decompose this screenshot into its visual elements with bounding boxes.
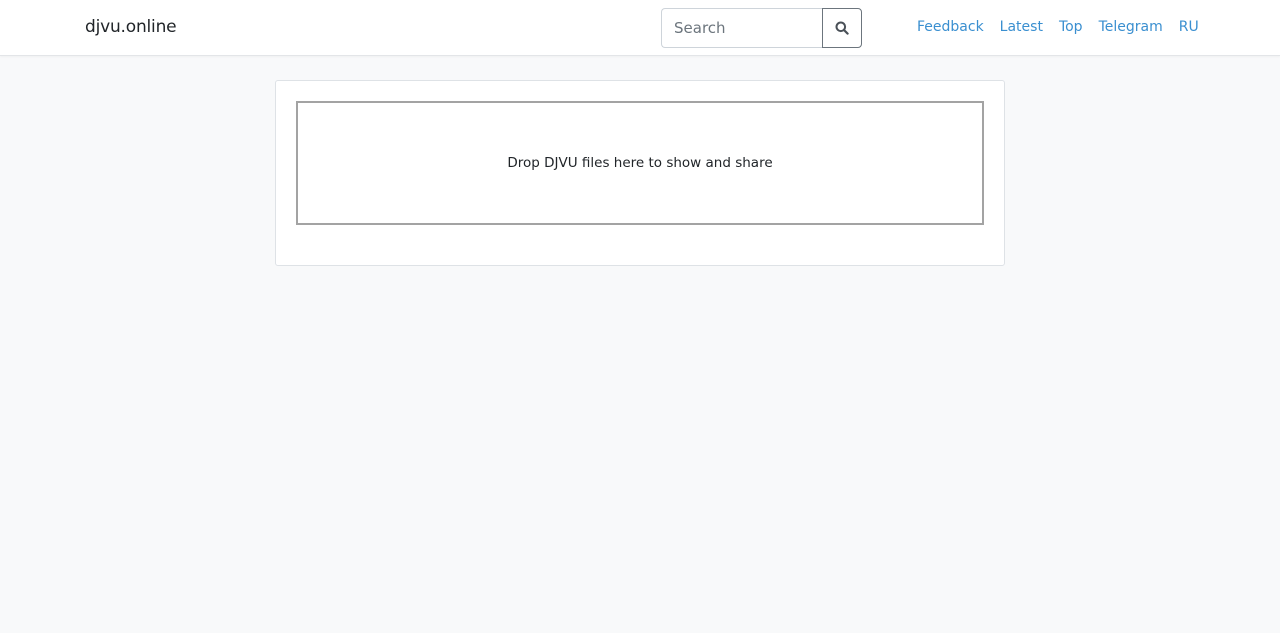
nav-links: Feedback Latest Top Telegram RU <box>917 17 1215 37</box>
search-button[interactable] <box>822 8 862 48</box>
navbar: djvu.online Feedback Latest Top Telegram… <box>0 0 1280 56</box>
nav-link-feedback[interactable]: Feedback <box>917 17 984 37</box>
search-form <box>661 8 862 48</box>
nav-link-telegram[interactable]: Telegram <box>1099 17 1163 37</box>
dropzone-label: Drop DJVU files here to show and share <box>507 155 773 171</box>
search-icon <box>835 21 849 35</box>
nav-link-latest[interactable]: Latest <box>1000 17 1043 37</box>
nav-link-language-ru[interactable]: RU <box>1179 17 1199 37</box>
brand-logo-link[interactable]: djvu.online <box>85 16 177 38</box>
file-dropzone[interactable]: Drop DJVU files here to show and share <box>296 101 984 225</box>
nav-link-top[interactable]: Top <box>1059 17 1083 37</box>
upload-card: Drop DJVU files here to show and share <box>275 80 1005 266</box>
search-input[interactable] <box>661 8 822 48</box>
